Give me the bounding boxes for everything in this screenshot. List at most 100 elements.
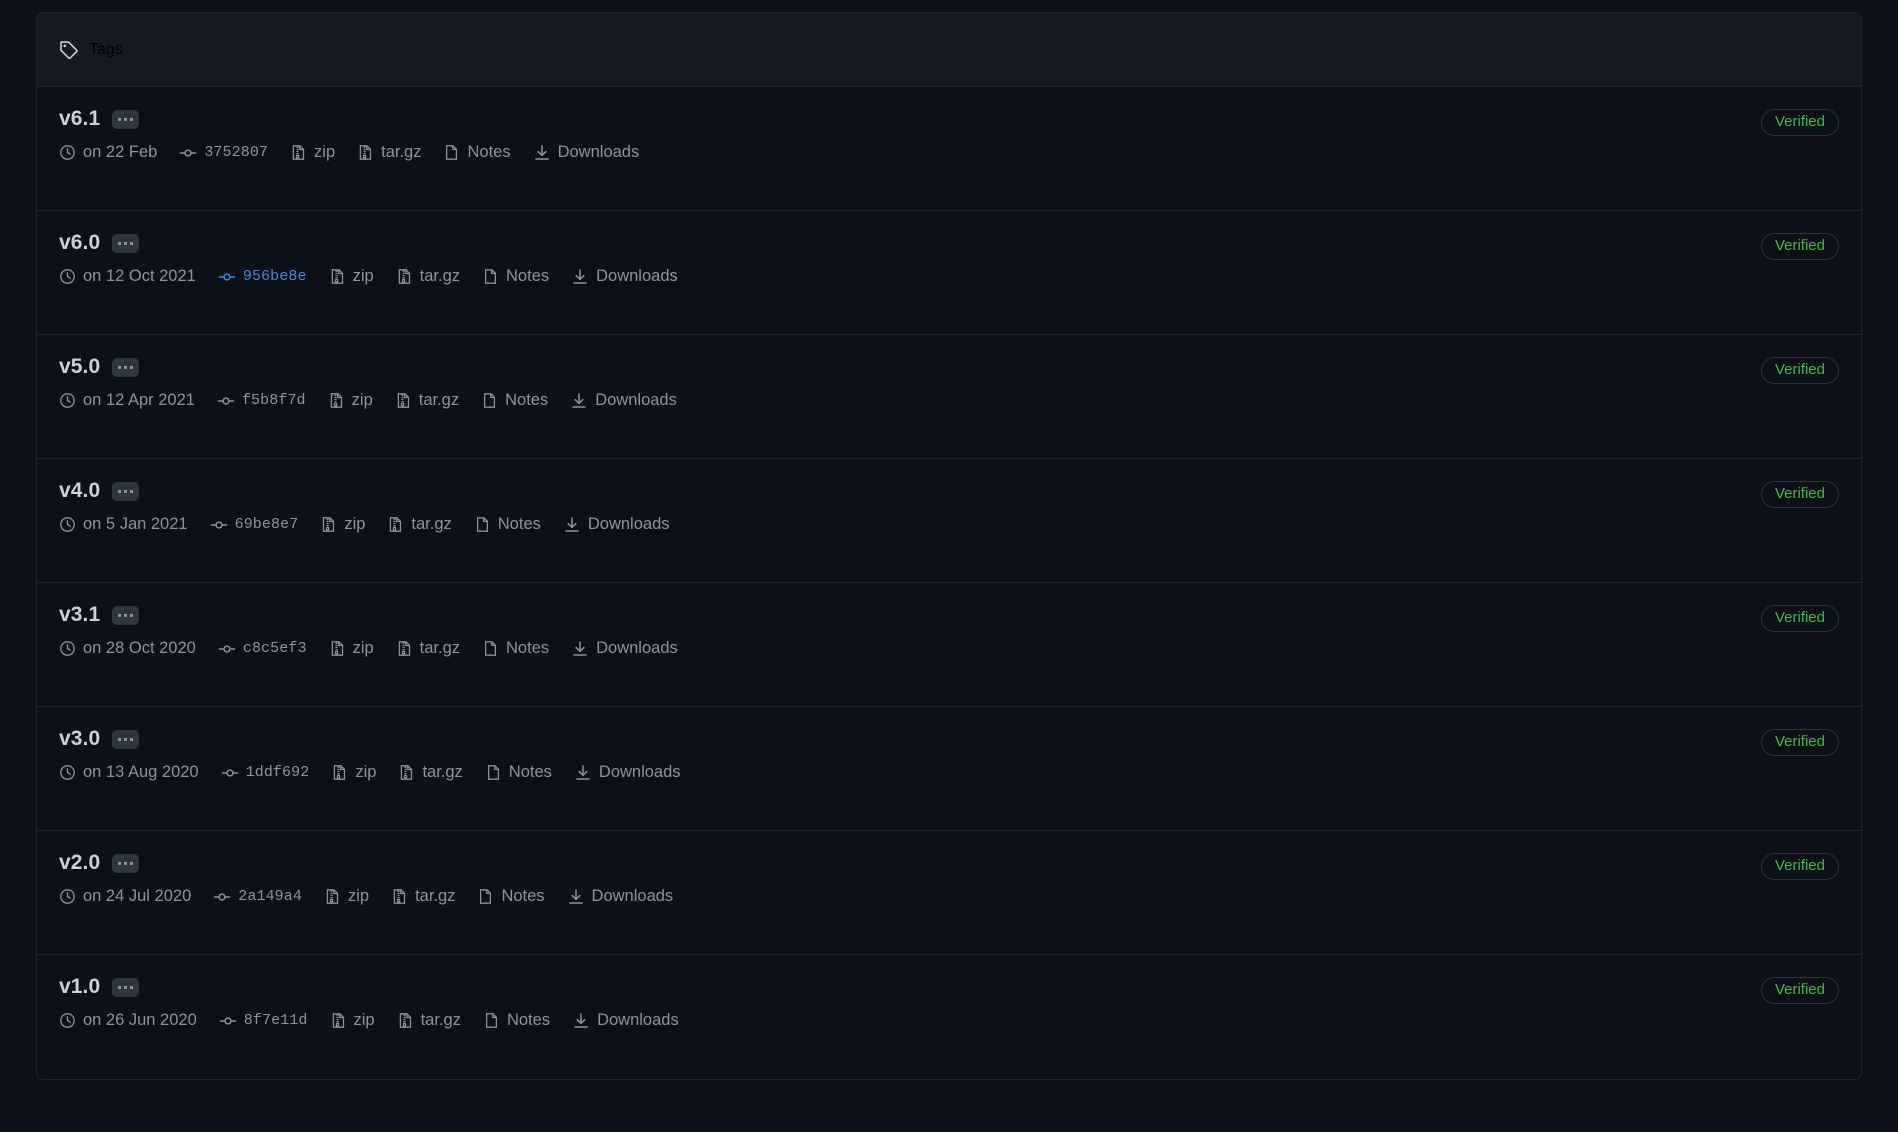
file-icon bbox=[482, 640, 499, 657]
more-options-button[interactable] bbox=[112, 605, 140, 625]
tag-targz-link[interactable]: tar.gz bbox=[397, 1011, 461, 1030]
tag-commit[interactable]: 8f7e11d bbox=[219, 1012, 308, 1030]
tag-downloads-link[interactable]: Downloads bbox=[567, 887, 673, 906]
tag-date-label: on 22 Feb bbox=[83, 143, 158, 161]
tag-targz-link[interactable]: tar.gz bbox=[395, 391, 459, 410]
tag-zip-link[interactable]: zip bbox=[290, 143, 335, 162]
tag-downloads-link[interactable]: Downloads bbox=[563, 515, 670, 534]
tag-downloads-link[interactable]: Downloads bbox=[571, 267, 678, 286]
status-badge-verified[interactable]: Verified bbox=[1760, 481, 1839, 508]
tag-commit[interactable]: 2a149a4 bbox=[213, 888, 302, 906]
file-zip-icon bbox=[391, 888, 408, 905]
tag-name[interactable]: v4.0 bbox=[59, 479, 100, 503]
tag-downloads-link[interactable]: Downloads bbox=[572, 1011, 679, 1030]
download-icon bbox=[533, 144, 551, 162]
more-options-button[interactable] bbox=[112, 481, 140, 501]
tag-commit[interactable]: c8c5ef3 bbox=[218, 640, 307, 658]
file-icon bbox=[483, 1012, 500, 1029]
tag-date-label: on 28 Oct 2020 bbox=[83, 639, 196, 657]
tag-commit[interactable]: 956be8e bbox=[218, 268, 307, 286]
tag-commit[interactable]: 69be8e7 bbox=[210, 516, 299, 534]
more-options-button[interactable] bbox=[112, 729, 140, 749]
tag-notes-link[interactable]: Notes bbox=[474, 515, 541, 534]
file-zip-icon bbox=[329, 268, 346, 285]
tag-notes-link[interactable]: Notes bbox=[483, 1011, 550, 1030]
tag-notes-link[interactable]: Notes bbox=[481, 391, 548, 410]
tag-targz-label: tar.gz bbox=[381, 143, 422, 161]
tag-name[interactable]: v1.0 bbox=[59, 975, 100, 999]
tag-zip-label: zip bbox=[314, 143, 336, 161]
tag-targz-link[interactable]: tar.gz bbox=[396, 267, 460, 286]
tag-row-v3.1: v3.1 on 28 Oct 2020 c8c5ef3 zip tar.gz N… bbox=[37, 583, 1861, 707]
tag-zip-link[interactable]: zip bbox=[329, 639, 374, 658]
tag-notes-link[interactable]: Notes bbox=[477, 887, 545, 906]
tag-targz-link[interactable]: tar.gz bbox=[391, 887, 455, 906]
tag-zip-link[interactable]: zip bbox=[320, 515, 365, 534]
tag-notes-link[interactable]: Notes bbox=[443, 143, 511, 162]
tag-downloads-link[interactable]: Downloads bbox=[570, 391, 677, 410]
dot-icon bbox=[130, 737, 134, 741]
clock-icon bbox=[59, 268, 76, 285]
tag-name[interactable]: v3.0 bbox=[59, 727, 100, 751]
status-badge-verified[interactable]: Verified bbox=[1760, 977, 1839, 1004]
file-zip-icon bbox=[395, 392, 412, 409]
tag-zip-label: zip bbox=[352, 639, 374, 657]
tag-date-label: on 5 Jan 2021 bbox=[83, 515, 188, 533]
status-badge-verified[interactable]: Verified bbox=[1760, 357, 1839, 384]
more-options-button[interactable] bbox=[112, 109, 140, 129]
tag-date: on 24 Jul 2020 bbox=[59, 887, 191, 906]
more-options-button[interactable] bbox=[112, 853, 140, 873]
tag-meta-row: on 5 Jan 2021 69be8e7 zip tar.gz Notes D… bbox=[59, 515, 1839, 534]
status-badge-verified[interactable]: Verified bbox=[1760, 729, 1839, 756]
tag-targz-link[interactable]: tar.gz bbox=[387, 515, 452, 534]
status-badge-verified[interactable]: Verified bbox=[1760, 233, 1839, 260]
status-badge-verified[interactable]: Verified bbox=[1760, 109, 1839, 136]
tag-targz-label: tar.gz bbox=[419, 639, 461, 657]
tag-downloads-link[interactable]: Downloads bbox=[574, 763, 681, 782]
tag-notes-link[interactable]: Notes bbox=[482, 267, 549, 286]
tag-row-v2.0: v2.0 on 24 Jul 2020 2a149a4 zip tar.gz N… bbox=[37, 831, 1861, 955]
tag-targz-link[interactable]: tar.gz bbox=[398, 763, 463, 782]
dot-icon bbox=[130, 365, 134, 369]
tag-targz-link[interactable]: tar.gz bbox=[396, 639, 460, 658]
tag-zip-link[interactable]: zip bbox=[330, 1011, 375, 1030]
tag-commit[interactable]: f5b8f7d bbox=[217, 392, 306, 410]
tag-zip-label: zip bbox=[355, 763, 377, 781]
tag-name[interactable]: v3.1 bbox=[59, 603, 100, 627]
tag-name[interactable]: v6.0 bbox=[59, 231, 100, 255]
tag-commit[interactable]: 1ddf692 bbox=[221, 764, 310, 782]
dot-icon bbox=[130, 861, 134, 865]
tag-name[interactable]: v6.1 bbox=[59, 107, 100, 131]
tag-commit[interactable]: 3752807 bbox=[179, 144, 268, 162]
dot-icon bbox=[124, 117, 128, 121]
tags-list: v6.1 on 22 Feb 3752807 zip tar.gz Notes … bbox=[37, 87, 1861, 1079]
dot-icon bbox=[118, 737, 122, 741]
tag-name[interactable]: v5.0 bbox=[59, 355, 100, 379]
file-icon bbox=[477, 888, 494, 905]
more-options-button[interactable] bbox=[112, 977, 140, 997]
tag-downloads-link[interactable]: Downloads bbox=[533, 143, 639, 162]
tag-notes-label: Notes bbox=[501, 887, 545, 905]
file-zip-icon bbox=[357, 144, 374, 161]
tag-zip-link[interactable]: zip bbox=[328, 391, 373, 410]
dot-icon bbox=[118, 241, 122, 245]
status-badge-verified[interactable]: Verified bbox=[1760, 605, 1839, 632]
tag-meta-row: on 12 Oct 2021 956be8e zip tar.gz Notes … bbox=[59, 267, 1839, 286]
more-options-button[interactable] bbox=[112, 357, 140, 377]
tag-zip-link[interactable]: zip bbox=[331, 763, 376, 782]
tag-row-heading: v2.0 bbox=[59, 851, 1839, 875]
dot-icon bbox=[124, 613, 128, 617]
tag-commit-label: 956be8e bbox=[242, 268, 307, 285]
tag-targz-link[interactable]: tar.gz bbox=[357, 143, 421, 162]
download-icon bbox=[571, 640, 589, 658]
tag-downloads-link[interactable]: Downloads bbox=[571, 639, 678, 658]
tag-notes-link[interactable]: Notes bbox=[482, 639, 549, 658]
tag-notes-link[interactable]: Notes bbox=[485, 763, 552, 782]
tag-name[interactable]: v2.0 bbox=[59, 851, 100, 875]
status-badge-verified[interactable]: Verified bbox=[1760, 853, 1839, 880]
tag-row-v1.0: v1.0 on 26 Jun 2020 8f7e11d zip tar.gz N… bbox=[37, 955, 1861, 1079]
tag-zip-link[interactable]: zip bbox=[324, 887, 369, 906]
more-options-button[interactable] bbox=[112, 233, 140, 253]
tag-zip-link[interactable]: zip bbox=[329, 267, 374, 286]
clock-icon bbox=[59, 516, 76, 533]
